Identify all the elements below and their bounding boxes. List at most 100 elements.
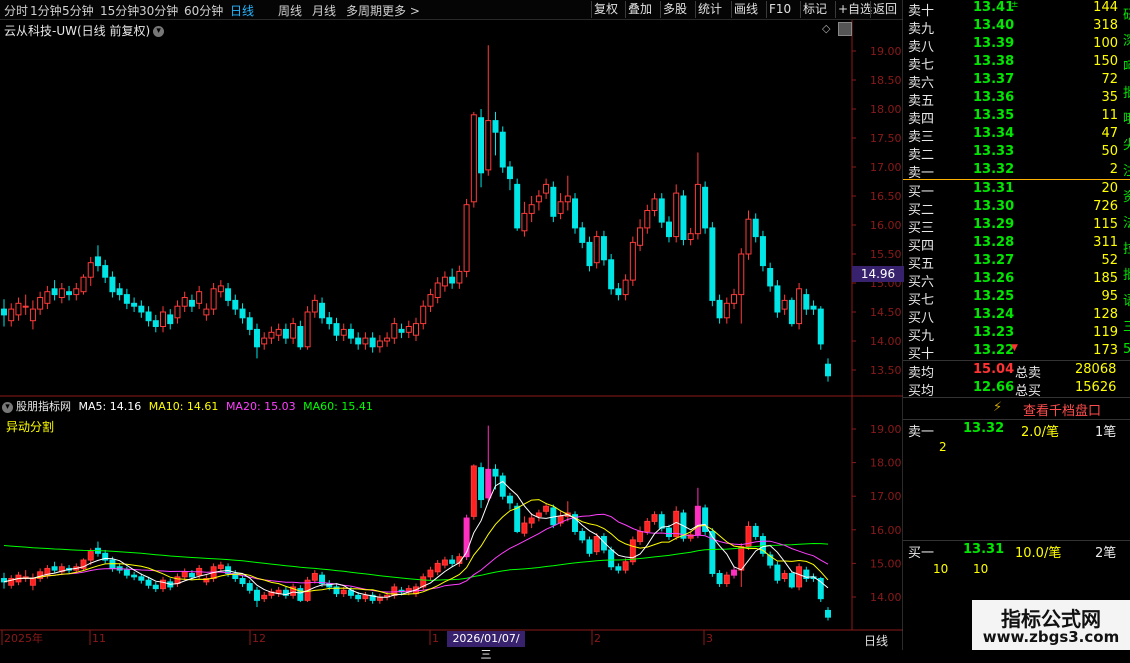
period-label[interactable]: 日线	[864, 632, 888, 649]
watermark: 指标公式网 www.zbgs3.com	[972, 600, 1130, 650]
bid-row-6[interactable]: 买七 13.25 95	[903, 289, 1130, 308]
bid-row-2[interactable]: 买三 13.29 115	[903, 217, 1130, 236]
side-text-10: 批	[1123, 268, 1130, 283]
detail-bid-count: 2笔	[1095, 546, 1117, 561]
ob-price: 13.34	[973, 126, 1015, 141]
candle-body	[58, 288, 65, 298]
candle-body	[109, 276, 116, 293]
bid-row-0[interactable]: 买一 13.31 20	[903, 181, 1130, 200]
ask-row-5[interactable]: 卖五 13.36 35	[903, 90, 1130, 109]
x-tick-label: 2	[594, 632, 601, 645]
bid-row-9[interactable]: 买十 13.22 ▼ 173	[903, 343, 1130, 362]
ob-label: 买一	[908, 185, 935, 200]
lower-candle-body	[239, 578, 246, 585]
ob-label: 买八	[908, 311, 935, 326]
candle-body	[420, 305, 427, 325]
lower-candle-body	[188, 572, 195, 578]
bid-row-7[interactable]: 买八 13.24 128	[903, 307, 1130, 326]
lower-candle-body	[152, 584, 159, 590]
y-tick-label: 17.00	[870, 161, 902, 174]
bid-row-1[interactable]: 买二 13.30 726	[903, 199, 1130, 218]
lower-candle-body	[716, 572, 723, 585]
candle-body	[470, 114, 477, 203]
kline-chart[interactable]: 19.00 18.50 18.00 17.50 17.00 16.50 16.00 15.50…	[0, 0, 903, 650]
candle-body	[384, 337, 391, 342]
lower-candle-body	[781, 572, 788, 580]
candle-body	[665, 221, 672, 238]
ask-row-0[interactable]: 卖十 13.41 ±144	[903, 0, 1130, 19]
ob-volume: 52	[1101, 253, 1118, 268]
chevron-down-icon[interactable]: ▾	[153, 26, 165, 37]
order-book-panel: 卖十 13.41 ±144 卖九 13.40 318 卖八 13.39 100 卖七 13.38 15…	[903, 0, 1130, 650]
ob-label: 买七	[908, 293, 935, 308]
ob-volume: 50	[1101, 144, 1118, 159]
candle-body	[767, 268, 774, 287]
ob-volume: 100	[1093, 36, 1118, 51]
ob-price: 13.33	[973, 144, 1015, 159]
ob-volume: 72	[1101, 72, 1118, 87]
ask-row-7[interactable]: 卖三 13.34 47	[903, 126, 1130, 145]
lower-candle-body	[449, 559, 456, 564]
candle-body	[781, 299, 788, 310]
lower-candle-body	[752, 525, 759, 538]
candle-body	[369, 337, 376, 348]
panel-toggle-icon[interactable]	[838, 22, 852, 36]
bid-row-5[interactable]: 买六 13.26 185	[903, 271, 1130, 290]
y-tick-label: 15.50	[870, 248, 902, 261]
detail-bid-sub-2: 10	[973, 562, 989, 576]
candle-body	[535, 195, 542, 203]
thousand-level-button[interactable]: 查看千档盘口	[1023, 400, 1101, 419]
ob-price: 13.30	[973, 199, 1015, 214]
detail-ask-sub: 2	[939, 440, 947, 454]
candle-body	[441, 276, 448, 287]
candle-body	[261, 337, 268, 345]
lower-candle-body	[738, 546, 745, 571]
bid-row-3[interactable]: 买四 13.28 311	[903, 235, 1130, 254]
side-text-7: 资	[1123, 190, 1130, 205]
ob-label: 卖五	[908, 94, 935, 109]
ob-volume: 20	[1101, 181, 1118, 196]
bid-row-4[interactable]: 买五 13.27 52	[903, 253, 1130, 272]
total-buy-value: 15626	[1075, 380, 1117, 395]
ob-price: 13.31	[973, 181, 1015, 196]
lower-candle-body	[586, 539, 593, 554]
candle-body	[557, 201, 564, 214]
ob-volume: 726	[1093, 199, 1118, 214]
candle-body	[774, 285, 781, 313]
candle-body	[297, 326, 304, 348]
x-tick-label: 11	[92, 632, 106, 645]
lightning-icon: ⚡	[993, 400, 1003, 415]
candle-body	[8, 308, 15, 322]
candle-body	[629, 241, 636, 281]
ob-volume: 128	[1093, 307, 1118, 322]
ask-row-1[interactable]: 卖九 13.40 318	[903, 18, 1130, 37]
ask-row-3[interactable]: 卖七 13.38 150	[903, 54, 1130, 73]
candle-body	[94, 256, 101, 267]
lower-candle-body	[723, 574, 730, 585]
ask-row-6[interactable]: 卖四 13.35 11	[903, 108, 1130, 127]
x-tick-label: 1	[432, 632, 439, 645]
diamond-icon[interactable]: ◇	[822, 22, 830, 35]
detail-ask-volume: 2.0/笔	[1021, 425, 1060, 440]
ask-row-2[interactable]: 卖八 13.39 100	[903, 36, 1130, 55]
ask-row-8[interactable]: 卖二 13.33 50	[903, 144, 1130, 163]
lower-candle-body	[51, 566, 58, 571]
chevron-down-icon[interactable]: ▾	[2, 401, 13, 413]
lower-candle-body	[535, 512, 542, 517]
lower-candle-body	[138, 576, 145, 581]
detail-bid-price: 13.31	[963, 542, 1005, 557]
candle-body	[651, 198, 658, 211]
ma20-label: MA20: 15.03	[225, 400, 296, 413]
ask-row-4[interactable]: 卖六 13.37 72	[903, 72, 1130, 91]
ob-price: 13.23	[973, 325, 1015, 340]
lower-y-tick-label: 18.00	[870, 457, 902, 470]
ask-row-9[interactable]: 卖一 13.32 2	[903, 162, 1130, 181]
candle-body	[506, 166, 513, 180]
ob-price: 13.40	[973, 18, 1015, 33]
bid-row-8[interactable]: 买九 13.23 119	[903, 325, 1130, 344]
detail-ask-price: 13.32	[963, 421, 1005, 436]
lower-candle-body	[123, 569, 130, 576]
candle-body	[543, 183, 550, 194]
candle-body	[449, 276, 456, 284]
lower-candle-body	[485, 468, 492, 499]
